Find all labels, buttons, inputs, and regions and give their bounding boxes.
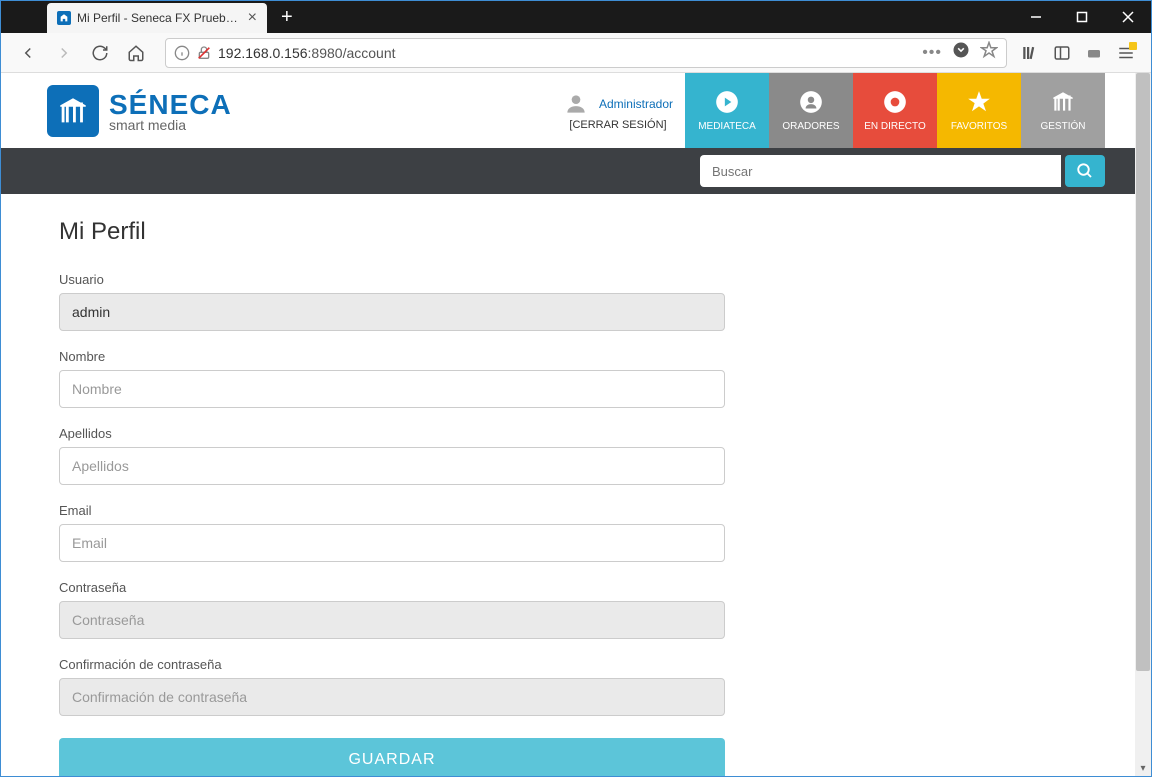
confirmacion-label: Confirmación de contraseña [59,657,725,672]
vertical-scrollbar[interactable]: ▾ [1135,73,1151,776]
nav-gestion[interactable]: GESTIÓN [1021,73,1105,148]
home-button[interactable] [121,38,151,68]
usuario-label: Usuario [59,272,725,287]
pocket-icon[interactable] [952,41,970,64]
user-info: Administrador [CERRAR SESIÓN] [551,73,685,148]
minimize-button[interactable] [1013,1,1059,33]
usuario-field [59,293,725,331]
back-button[interactable] [13,38,43,68]
tab-title: Mi Perfil - Seneca FX Prueba (S [77,11,242,25]
nav-mediateca-label: MEDIATECA [698,121,756,132]
browser-tab[interactable]: Mi Perfil - Seneca FX Prueba (S × [47,3,267,33]
nav-oradores[interactable]: ORADORES [769,73,853,148]
insecure-icon [196,45,212,61]
nav-tiles: MEDIATECA ORADORES EN DIRECTO FAVORITOS [685,73,1105,148]
new-tab-button[interactable]: + [281,6,293,29]
user-name-link[interactable]: Administrador [599,97,673,111]
library-icon[interactable] [1021,44,1039,62]
info-icon[interactable] [174,45,190,61]
logout-link[interactable]: [CERRAR SESIÓN] [569,119,666,131]
tab-close-icon[interactable]: × [248,9,257,27]
scrollbar-thumb[interactable] [1136,73,1150,671]
nav-directo[interactable]: EN DIRECTO [853,73,937,148]
search-input[interactable] [700,155,1061,187]
confirmacion-field[interactable] [59,678,725,716]
titlebar: Mi Perfil - Seneca FX Prueba (S × + [1,1,1151,33]
reload-button[interactable] [85,38,115,68]
sidebar-icon[interactable] [1053,44,1071,62]
contrasena-label: Contraseña [59,580,725,595]
nav-oradores-label: ORADORES [782,121,839,132]
notification-badge [1129,42,1137,50]
close-window-button[interactable] [1105,1,1151,33]
nombre-label: Nombre [59,349,725,364]
url-bar[interactable]: 192.168.0.156:8980/account ••• [165,38,1007,68]
logo[interactable]: SÉNECA smart media [47,73,551,148]
apellidos-label: Apellidos [59,426,725,441]
nav-mediateca[interactable]: MEDIATECA [685,73,769,148]
page-actions-icon[interactable]: ••• [922,44,942,62]
bookmark-icon[interactable] [980,41,998,64]
search-button[interactable] [1065,155,1105,187]
nav-directo-label: EN DIRECTO [864,121,926,132]
avatar-icon [563,91,589,117]
email-label: Email [59,503,725,518]
menu-button[interactable] [1117,44,1135,62]
contrasena-field[interactable] [59,601,725,639]
page-title: Mi Perfil [59,218,725,246]
maximize-button[interactable] [1059,1,1105,33]
brand-tagline: smart media [109,117,232,133]
email-field[interactable] [59,524,725,562]
nav-gestion-label: GESTIÓN [1040,121,1085,132]
logo-icon [47,85,99,137]
apellidos-field[interactable] [59,447,725,485]
tab-favicon [57,11,71,25]
search-bar [1,148,1151,194]
extension-icon[interactable] [1085,44,1103,62]
nombre-field[interactable] [59,370,725,408]
scroll-down-arrow[interactable]: ▾ [1135,760,1151,776]
site-header: SÉNECA smart media Administrador [CERRAR… [1,73,1151,148]
window-controls [1013,1,1151,33]
content: Mi Perfil Usuario Nombre Apellidos Email [1,194,771,776]
save-button[interactable]: GUARDAR [59,738,725,776]
forward-button[interactable] [49,38,79,68]
url-text: 192.168.0.156:8980/account [218,45,396,61]
nav-favoritos-label: FAVORITOS [951,121,1007,132]
nav-favoritos[interactable]: FAVORITOS [937,73,1021,148]
browser-toolbar: 192.168.0.156:8980/account ••• [1,33,1151,73]
